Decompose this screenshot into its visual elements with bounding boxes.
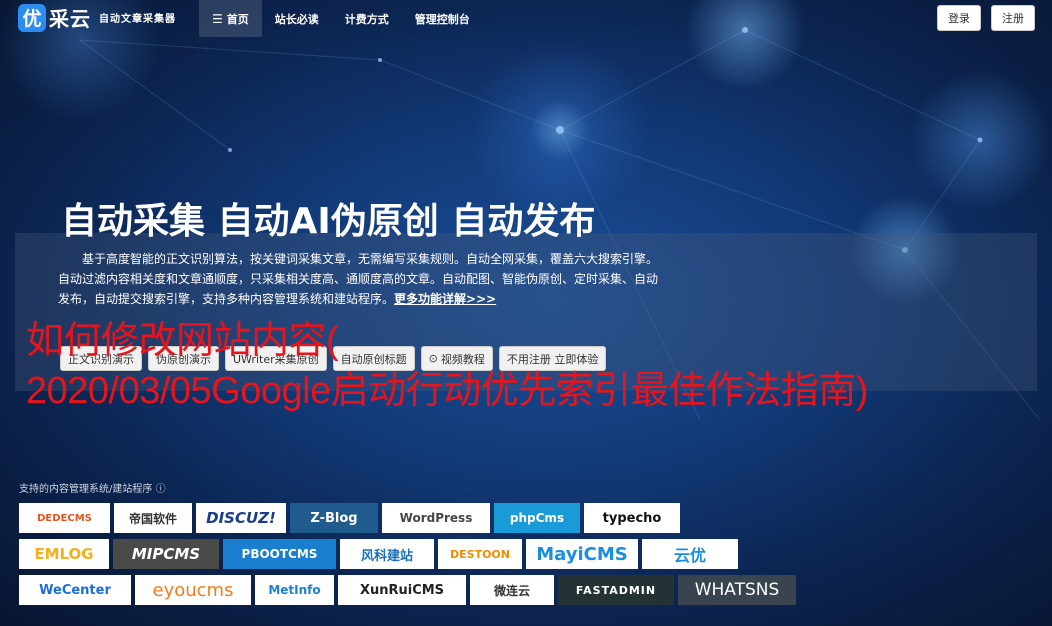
register-button[interactable]: 注册 xyxy=(991,5,1035,31)
cms-logo-pbootcms[interactable]: PBOOTCMS xyxy=(223,539,336,569)
cms-logo-typecho[interactable]: typecho xyxy=(584,503,680,533)
nav-item-label: 管理控制台 xyxy=(414,12,470,26)
cms-logo-empire[interactable]: 帝国软件 xyxy=(114,503,192,533)
logo-subtitle: 自动文章采集器 xyxy=(99,14,176,25)
cms-row-1: DEDECMS 帝国软件 DISCUZ! Z-Blog WordPress ph… xyxy=(19,503,680,533)
nav-item-home[interactable]: ☰ 首页 xyxy=(199,0,262,37)
cms-logo-emlog[interactable]: EMLOG xyxy=(19,539,109,569)
top-navbar: 优 采云 自动文章采集器 ☰ 首页 站长必读 计费方式 管理控制台 登录 注册 xyxy=(0,0,1052,37)
cms-logo-mipcms[interactable]: MIPCMS xyxy=(113,539,219,569)
cms-logo-metinfo[interactable]: MetInfo xyxy=(255,575,334,605)
cms-row-3: WeCenter eyoucms MetInfo XunRuiCMS 微连云 F… xyxy=(19,575,796,605)
cms-logo-phpcms[interactable]: phpCms xyxy=(494,503,580,533)
nav-item-console[interactable]: 管理控制台 xyxy=(402,0,483,37)
cms-logo-wecenter[interactable]: WeCenter xyxy=(19,575,131,605)
logo-icon: 优 xyxy=(18,3,46,32)
nav-item-label: 站长必读 xyxy=(274,12,319,26)
list-icon: ☰ xyxy=(212,11,223,26)
nav-item-must-read[interactable]: 站长必读 xyxy=(262,0,332,37)
cms-row-2: EMLOG MIPCMS PBOOTCMS 风科建站 DESTOON MayiC… xyxy=(19,539,738,569)
logo-text: 采云 xyxy=(49,7,91,31)
nav-menu: ☰ 首页 站长必读 计费方式 管理控制台 xyxy=(199,0,483,37)
cms-logo-destoon[interactable]: DESTOON xyxy=(438,539,522,569)
overlay-title: 如何修改网站内容( 2020/03/05Google启动行动优先索引最佳作法指南… xyxy=(26,316,1046,416)
overlay-line-1: 如何修改网站内容( xyxy=(26,320,339,362)
hero-title: 自动采集 自动AI伪原创 自动发布 xyxy=(61,201,596,242)
cms-logo-fastadmin[interactable]: FASTADMIN xyxy=(558,575,674,605)
nav-item-pricing[interactable]: 计费方式 xyxy=(332,0,402,37)
cms-logo-wordpress[interactable]: WordPress xyxy=(382,503,490,533)
cms-section-label: 支持的内容管理系统/建站程序 ⓘ xyxy=(19,480,166,495)
cms-logo-xunruicms[interactable]: XunRuiCMS xyxy=(338,575,466,605)
nav-item-label: 首页 xyxy=(226,12,249,26)
cms-logo-weilianyun[interactable]: 微连云 xyxy=(470,575,554,605)
overlay-line-2: 2020/03/05Google启动行动优先索引最佳作法指南) xyxy=(26,370,868,412)
login-button[interactable]: 登录 xyxy=(937,5,981,31)
hero-description: 基于高度智能的正文识别算法，按关键词采集文章，无需编写采集规则。自动全网采集，覆… xyxy=(58,249,658,309)
cms-logo-whatsns[interactable]: WHATSNS xyxy=(678,575,796,605)
cms-logo-zblog[interactable]: Z-Blog xyxy=(290,503,378,533)
cms-logo-dedecms[interactable]: DEDECMS xyxy=(19,503,110,533)
more-features-link[interactable]: 更多功能详解>>> xyxy=(394,292,496,306)
cms-label-text: 支持的内容管理系统/建站程序 xyxy=(19,484,153,495)
nav-item-label: 计费方式 xyxy=(344,12,389,26)
cms-logo-discuz[interactable]: DISCUZ! xyxy=(196,503,286,533)
hero-description-text: 基于高度智能的正文识别算法，按关键词采集文章，无需编写采集规则。自动全网采集，覆… xyxy=(58,252,659,306)
cms-logo-yunyou[interactable]: 云优 xyxy=(642,539,738,569)
cms-logo-fengke[interactable]: 风科建站 xyxy=(340,539,434,569)
logo[interactable]: 优 采云 自动文章采集器 xyxy=(18,3,176,32)
cms-logo-mayicms[interactable]: MayiCMS xyxy=(526,539,638,569)
cms-logo-eyoucms[interactable]: eyoucms xyxy=(135,575,251,605)
info-icon: ⓘ xyxy=(155,484,166,495)
